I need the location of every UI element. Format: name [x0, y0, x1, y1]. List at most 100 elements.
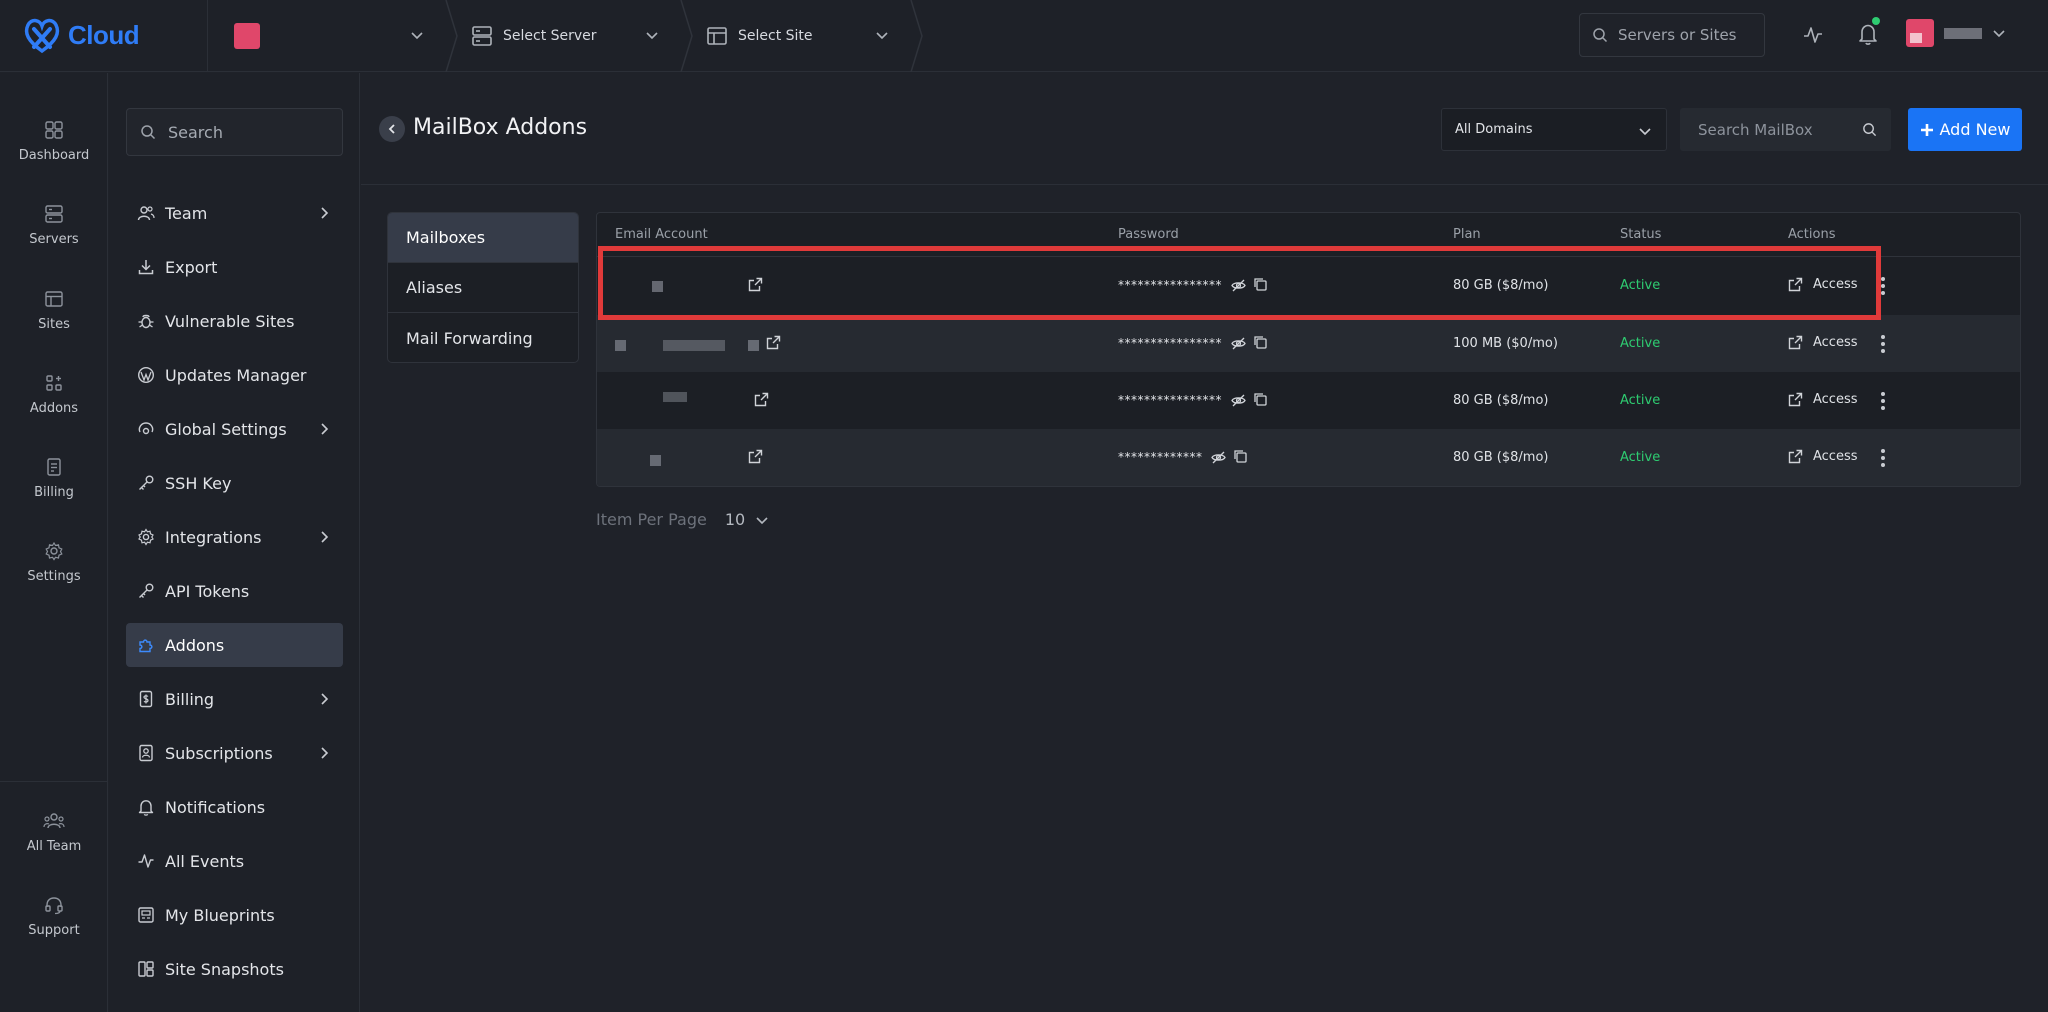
tab-mail-forwarding[interactable]: Mail Forwarding [388, 313, 578, 362]
password-masked: ************* [1118, 450, 1203, 464]
eye-off-icon[interactable] [1211, 450, 1226, 465]
rail-item-dashboard[interactable]: Dashboard [0, 120, 108, 190]
access-label: Access [1813, 335, 1858, 350]
external-link-icon[interactable] [748, 449, 763, 464]
rail-item-settings[interactable]: Settings [0, 541, 108, 611]
mailbox-search[interactable] [1680, 108, 1891, 151]
copy-icon[interactable] [1253, 392, 1268, 407]
more-options-icon[interactable] [1880, 391, 1886, 411]
rail-item-all-team[interactable]: All Team [0, 811, 108, 881]
sidebar-search[interactable] [126, 108, 343, 156]
user-name-redacted [1944, 27, 1982, 39]
access-label: Access [1813, 449, 1858, 464]
user-menu[interactable] [1906, 19, 2006, 47]
sidebar-item-site-snapshots[interactable]: Site Snapshots [126, 947, 343, 991]
tab-aliases[interactable]: Aliases [388, 263, 578, 313]
server-selector-label: Select Server [503, 28, 597, 44]
chevron-left-icon [388, 124, 395, 134]
receipt-icon [139, 690, 153, 708]
email-account-redacted [748, 340, 759, 351]
activity-icon[interactable] [1802, 24, 1824, 46]
sidebar-item-all-events[interactable]: All Events [126, 839, 343, 883]
global-search-input[interactable] [1618, 26, 1748, 44]
sidebar-item-label: Billing [165, 689, 215, 709]
email-account-redacted [615, 340, 626, 351]
external-link-icon[interactable] [766, 335, 781, 350]
sidebar-item-billing[interactable]: Billing [126, 677, 343, 721]
sidebar-item-label: Site Snapshots [165, 959, 284, 979]
top-bar: Cloud Select Server Select Site [0, 0, 2048, 72]
global-search[interactable] [1579, 13, 1765, 57]
subscription-icon [139, 744, 153, 762]
mailbox-search-input[interactable] [1698, 120, 1858, 139]
dashboard-icon [45, 121, 63, 139]
sidebar-item-subscriptions[interactable]: Subscriptions [126, 731, 343, 775]
bell-icon [138, 800, 154, 816]
sidebar-search-input[interactable] [168, 122, 328, 142]
add-new-button[interactable]: Add New [1908, 108, 2022, 151]
copy-icon[interactable] [1233, 449, 1248, 464]
main-nav-rail: Dashboard Servers Sites Addons Billing S… [0, 73, 108, 1012]
bell-icon[interactable] [1857, 22, 1879, 46]
sidebar-item-global-settings[interactable]: Global Settings [126, 407, 343, 451]
brand-logo[interactable]: Cloud [22, 12, 140, 58]
access-button[interactable]: Access [1788, 392, 1858, 407]
sidebar-item-label: Team [165, 203, 208, 223]
team-selector[interactable] [207, 0, 458, 72]
settings-sidebar: Team Export Vulnerable Sites Updates Man… [109, 73, 360, 1012]
sidebar-item-my-blueprints[interactable]: My Blueprints [126, 893, 343, 937]
more-options-icon[interactable] [1880, 448, 1886, 468]
chevron-down-icon [756, 516, 768, 524]
rail-item-servers[interactable]: Servers [0, 204, 108, 274]
sidebar-item-addons[interactable]: Addons [126, 623, 343, 667]
sidebar-item-team[interactable]: Team [126, 191, 343, 235]
globe-settings-icon [138, 422, 154, 435]
add-new-label: Add New [1939, 120, 2011, 139]
sidebar-item-export[interactable]: Export [126, 245, 343, 289]
rail-label: Support [28, 923, 80, 938]
mail-tabs: Mailboxes Aliases Mail Forwarding [387, 212, 579, 363]
rail-item-billing[interactable]: Billing [0, 457, 108, 527]
sidebar-item-label: SSH Key [165, 473, 232, 493]
rail-item-support[interactable]: Support [0, 895, 108, 965]
chevron-down-icon [1993, 30, 2005, 38]
domain-filter-select[interactable]: All Domains [1441, 108, 1667, 151]
server-selector[interactable]: Select Server [447, 0, 693, 72]
chevron-down-icon [876, 32, 888, 40]
access-button[interactable]: Access [1788, 335, 1858, 350]
breadcrumb-separator-icon [910, 0, 923, 72]
tab-mailboxes[interactable]: Mailboxes [388, 213, 578, 263]
rail-item-sites[interactable]: Sites [0, 289, 108, 359]
email-account-redacted [663, 392, 687, 402]
search-icon [1863, 123, 1877, 137]
sidebar-item-label: My Blueprints [165, 905, 275, 925]
rail-item-addons[interactable]: Addons [0, 373, 108, 443]
sidebar-item-ssh-key[interactable]: SSH Key [126, 461, 343, 505]
copy-icon[interactable] [1253, 335, 1268, 350]
plan-value: 80 GB ($8/mo) [1453, 393, 1549, 408]
external-link-icon [1788, 335, 1803, 350]
sidebar-item-label: All Events [165, 851, 245, 871]
sidebar-item-integrations[interactable]: Integrations [126, 515, 343, 559]
access-button[interactable]: Access [1788, 449, 1858, 464]
items-per-page-select[interactable]: 10 [725, 510, 769, 529]
server-icon [472, 26, 492, 46]
sidebar-item-vulnerable-sites[interactable]: Vulnerable Sites [126, 299, 343, 343]
site-selector[interactable]: Select Site [682, 0, 923, 72]
sidebar-item-api-tokens[interactable]: API Tokens [126, 569, 343, 613]
table-row: **************** 100 MB ($0/mo) Active A… [597, 315, 2020, 372]
team-icon [43, 813, 65, 829]
eye-off-icon[interactable] [1231, 393, 1246, 408]
more-options-icon[interactable] [1880, 334, 1886, 354]
password-masked: **************** [1118, 393, 1222, 407]
column-header-status: Status [1620, 227, 1662, 242]
avatar [1906, 19, 1934, 47]
domain-filter-value: All Domains [1455, 122, 1533, 137]
column-header-password: Password [1118, 227, 1179, 242]
sidebar-item-updates-manager[interactable]: Updates Manager [126, 353, 343, 397]
eye-off-icon[interactable] [1231, 336, 1246, 351]
back-button[interactable] [379, 116, 405, 142]
plan-value: 100 MB ($0/mo) [1453, 336, 1558, 351]
sidebar-item-notifications[interactable]: Notifications [126, 785, 343, 829]
external-link-icon[interactable] [754, 392, 769, 407]
